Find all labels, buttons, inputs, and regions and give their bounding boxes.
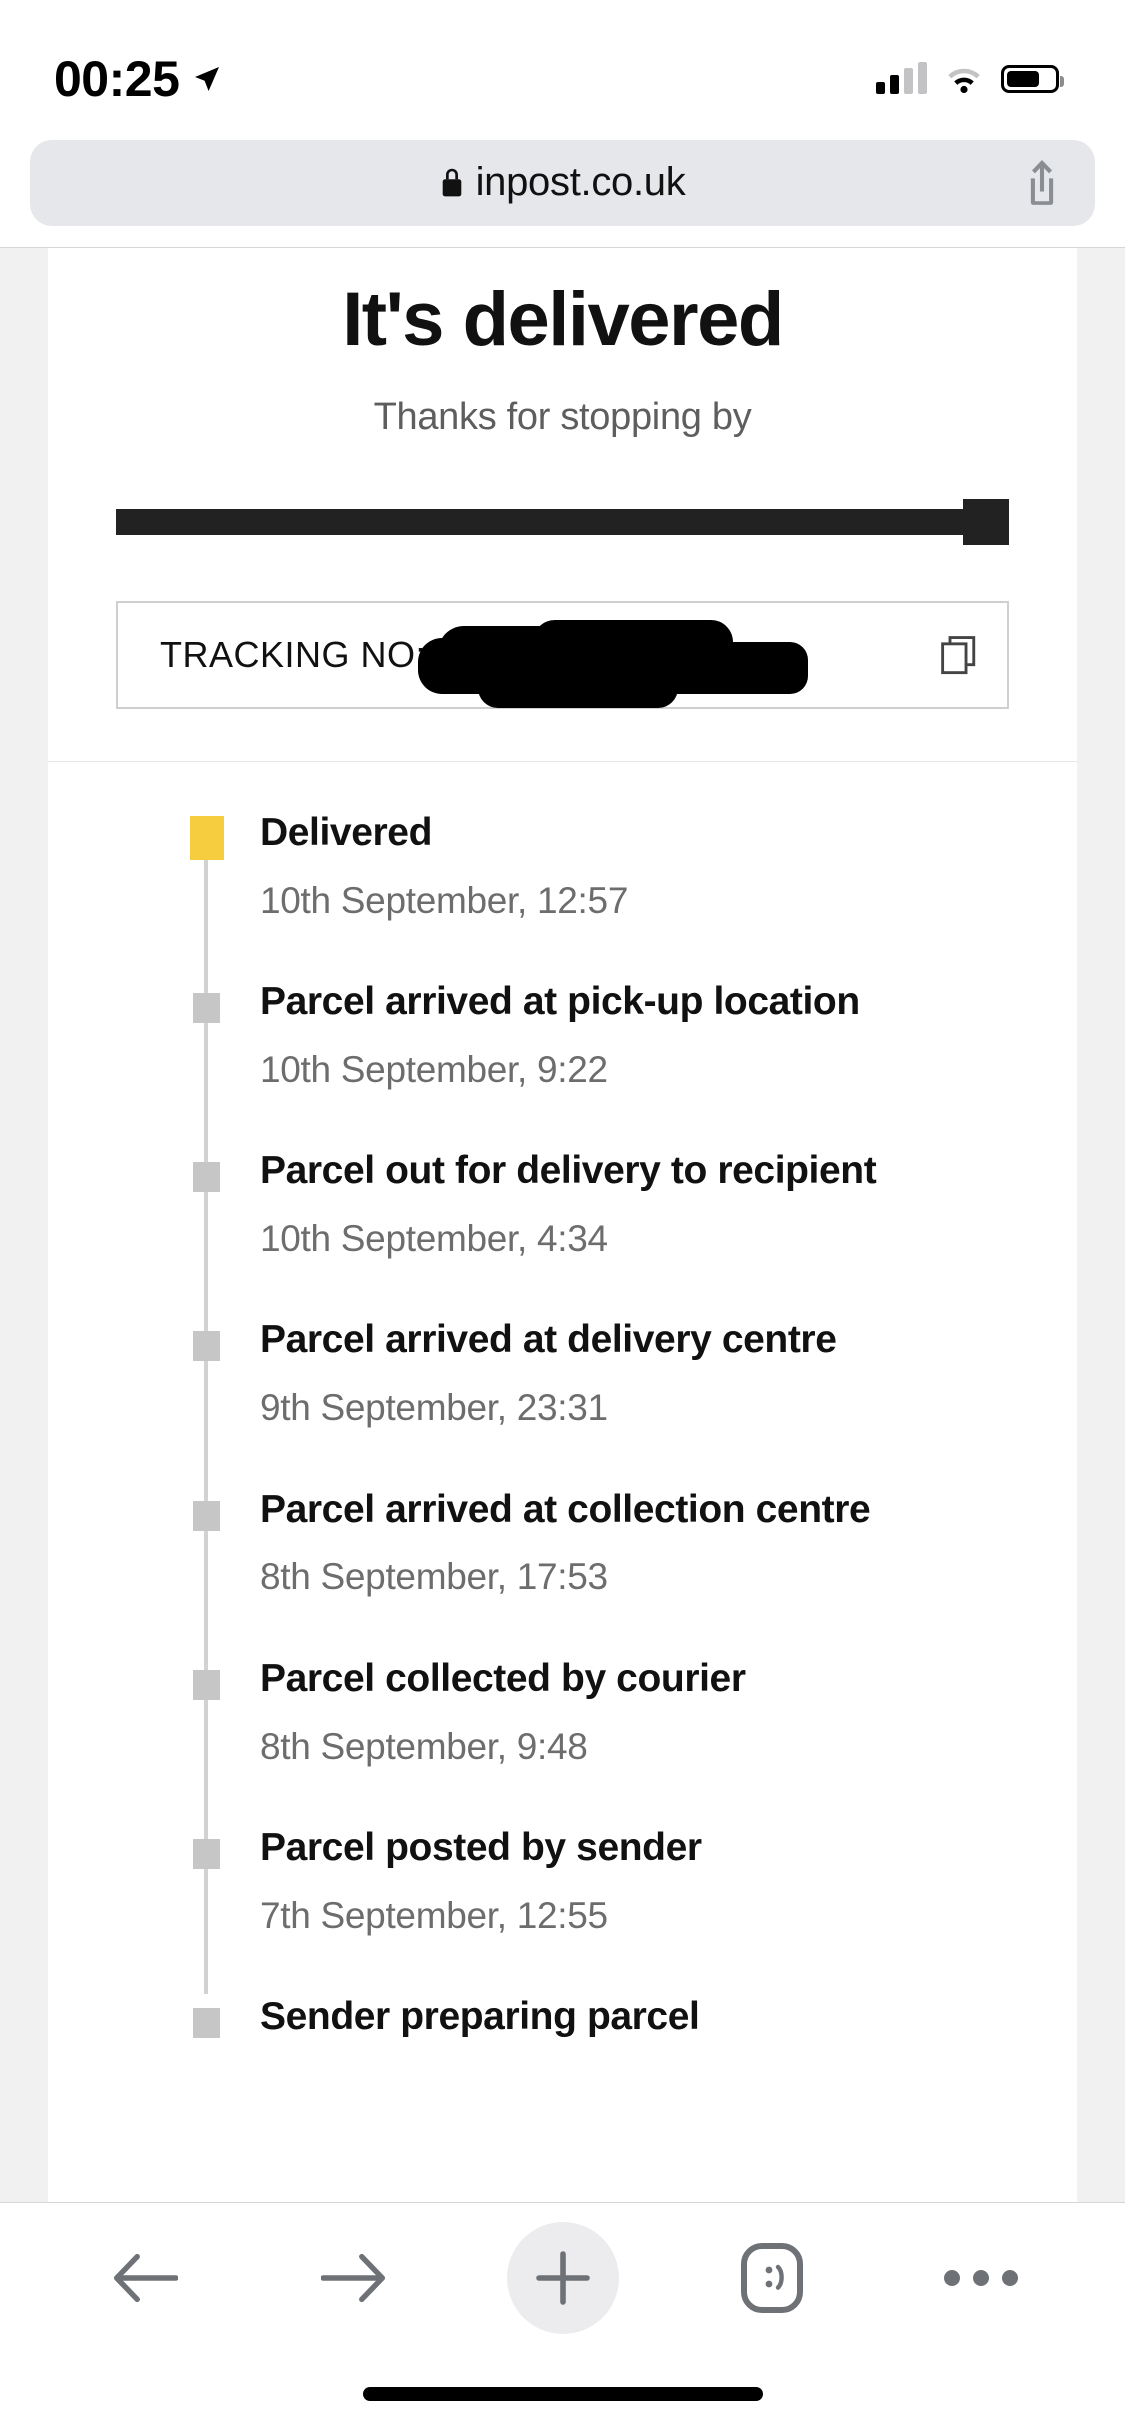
url-text-wrap: inpost.co.uk bbox=[440, 160, 686, 205]
timeline-item: Parcel out for delivery to recipient 10th… bbox=[48, 1148, 1077, 1318]
timeline-item-date: 10th September, 9:22 bbox=[260, 1048, 608, 1090]
plus-icon[interactable] bbox=[506, 2221, 619, 2334]
timeline-marker bbox=[193, 1162, 220, 1193]
timeline-marker bbox=[193, 1331, 220, 1362]
timeline-item-date: 8th September, 9:48 bbox=[260, 1725, 588, 1767]
address-field[interactable]: inpost.co.uk bbox=[30, 139, 1095, 226]
share-icon[interactable] bbox=[1019, 157, 1065, 209]
timeline-item-date: 7th September, 12:55 bbox=[260, 1894, 608, 1936]
wifi-icon bbox=[948, 68, 980, 94]
timeline-item-date: 9th September, 23:31 bbox=[260, 1387, 608, 1429]
timeline-spacer bbox=[260, 1092, 1077, 1148]
lock-icon bbox=[442, 168, 461, 196]
timeline-item-title: Parcel posted by sender bbox=[260, 1825, 702, 1869]
ellipsis-dots bbox=[943, 2269, 1018, 2286]
webpage-viewport[interactable]: It's delivered Thanks for stopping by TR… bbox=[0, 247, 1125, 2202]
timeline-item-title: Sender preparing parcel bbox=[260, 1995, 700, 2039]
tracking-number-box[interactable]: TRACKING NO: bbox=[116, 600, 1009, 709]
timeline-spacer bbox=[260, 923, 1077, 979]
timeline-marker bbox=[193, 2008, 220, 2039]
browser-bottom-toolbar bbox=[0, 2202, 1125, 2352]
cellular-signal-icon bbox=[876, 62, 927, 94]
page-card: It's delivered Thanks for stopping by TR… bbox=[48, 248, 1077, 2202]
status-bar-time: 00:25 bbox=[54, 51, 180, 107]
timeline-item: Parcel arrived at pick-up location 10th S… bbox=[48, 978, 1077, 1149]
browser-url-bar: inpost.co.uk bbox=[0, 132, 1125, 247]
timeline-item: Sender preparing parcel bbox=[48, 1994, 1077, 2110]
delivery-progress-bar bbox=[116, 498, 1009, 545]
location-arrow-icon bbox=[195, 67, 220, 91]
timeline-spacer bbox=[260, 1769, 1077, 1825]
ellipsis-icon[interactable] bbox=[925, 2222, 1037, 2334]
redaction-overlay bbox=[418, 616, 820, 708]
timeline-item-date: 10th September, 12:57 bbox=[260, 879, 629, 921]
status-bar-right bbox=[876, 62, 1064, 94]
timeline-item: Parcel arrived at delivery centre 9th Sep… bbox=[48, 1317, 1077, 1487]
home-indicator[interactable] bbox=[362, 2387, 763, 2401]
battery-icon bbox=[1001, 65, 1064, 93]
timeline-spacer bbox=[260, 1938, 1077, 1994]
progress-track bbox=[116, 498, 1009, 545]
timeline-item-title: Parcel arrived at delivery centre bbox=[260, 1318, 837, 1362]
timeline-item-date: 8th September, 17:53 bbox=[260, 1556, 608, 1598]
timeline-item: Delivered 10th September, 12:57 bbox=[48, 810, 1077, 979]
home-indicator-area bbox=[0, 2352, 1125, 2436]
timeline-marker bbox=[193, 992, 220, 1023]
timeline-item-title: Parcel out for delivery to recipient bbox=[260, 1149, 877, 1193]
delivery-hero: It's delivered Thanks for stopping by TR… bbox=[48, 248, 1077, 762]
tracking-timeline: Delivered 10th September, 12:57 Parcel arr… bbox=[48, 762, 1077, 2110]
timeline-spacer bbox=[260, 1431, 1077, 1487]
timeline-item-date: 10th September, 4:34 bbox=[260, 1217, 608, 1259]
back-arrow-icon[interactable] bbox=[89, 2222, 201, 2334]
timeline-marker bbox=[193, 1669, 220, 1700]
phone-screen: 00:25 inpost.co.uk It's delivered Thanks… bbox=[0, 0, 1125, 2436]
timeline-spacer bbox=[260, 1600, 1077, 1656]
page-subtitle: Thanks for stopping by bbox=[373, 395, 752, 438]
tracking-number-label: TRACKING NO: bbox=[160, 633, 427, 675]
timeline-item-title: Delivered bbox=[260, 810, 432, 854]
tabs-button[interactable] bbox=[716, 2222, 828, 2334]
timeline-item: Parcel arrived at collection centre 8th S… bbox=[48, 1486, 1077, 1656]
status-bar-left: 00:25 bbox=[54, 54, 223, 104]
timeline-marker bbox=[193, 1838, 220, 1869]
page-title: It's delivered bbox=[342, 277, 784, 362]
forward-arrow-icon[interactable] bbox=[298, 2222, 410, 2334]
progress-knob bbox=[963, 498, 1009, 545]
timeline-item: Parcel collected by courier 8th September… bbox=[48, 1655, 1077, 1825]
status-bar: 00:25 bbox=[0, 0, 1125, 132]
timeline-item-title: Parcel collected by courier bbox=[260, 1656, 746, 1700]
timeline-marker bbox=[193, 1500, 220, 1531]
timeline-marker-active bbox=[190, 815, 224, 860]
timeline-item-title: Parcel arrived at pick-up location bbox=[260, 979, 860, 1023]
timeline-spacer bbox=[260, 2041, 1077, 2097]
copy-icon[interactable] bbox=[941, 635, 977, 675]
timeline-spacer bbox=[260, 1261, 1077, 1317]
url-label: inpost.co.uk bbox=[475, 160, 686, 204]
timeline-item-title: Parcel arrived at collection centre bbox=[260, 1487, 871, 1531]
timeline-item: Parcel posted by sender 7th September, 12… bbox=[48, 1824, 1077, 1995]
